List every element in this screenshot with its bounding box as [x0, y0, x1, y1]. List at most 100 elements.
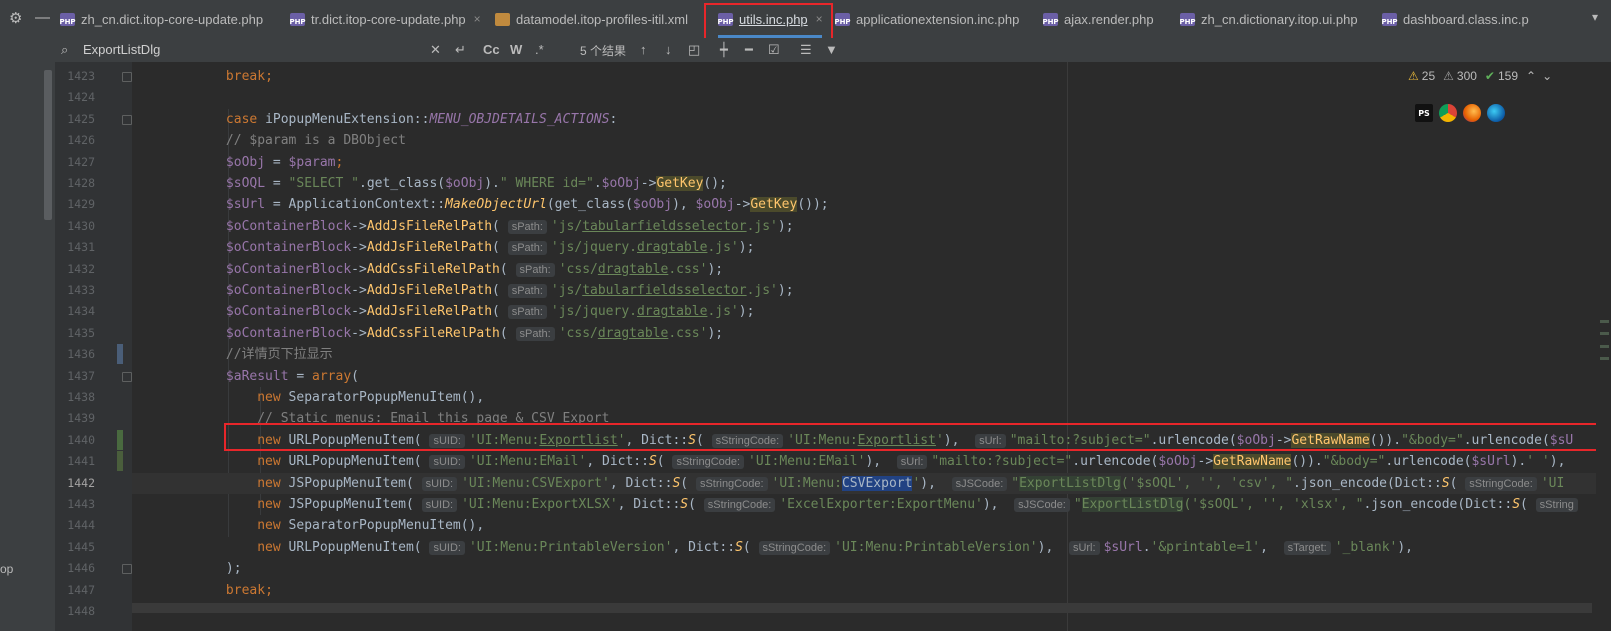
code-line[interactable]: new URLPopupMenuItem( sUID: 'UI:Menu:EMai…	[132, 451, 1565, 472]
line-number: 1424	[67, 90, 95, 105]
code-line[interactable]: $oContainerBlock->AddCssFileRelPath( sPa…	[132, 259, 723, 280]
project-panel-scrollbar[interactable]	[44, 70, 52, 220]
code-token: ),	[982, 497, 1015, 512]
vertical-scrollbar[interactable]	[1596, 62, 1611, 631]
code-token: MakeObjectUrl	[445, 197, 547, 213]
whole-words-button[interactable]: W	[510, 42, 522, 57]
parameter-hint: sUrl:	[896, 455, 928, 470]
toggle-select-icon[interactable]: ☑	[768, 42, 780, 58]
code-token: .js'	[746, 218, 778, 234]
code-line[interactable]: new SeparatorPopupMenuItem(),	[132, 515, 484, 536]
code-line[interactable]: break;	[132, 66, 273, 87]
code-line[interactable]: $oObj = $param;	[132, 152, 343, 173]
remove-occurrence-icon[interactable]: ━	[745, 42, 753, 58]
tab-dashboard-class-inc[interactable]: PHP dashboard.class.inc.p	[1382, 0, 1562, 38]
parameter-hint: sStringCode:	[695, 476, 768, 491]
code-token: , Dict::	[609, 475, 673, 491]
code-line[interactable]: // Static menus: Email this page & CSV E…	[132, 408, 609, 429]
filter-lines-icon[interactable]: ☰	[800, 42, 812, 58]
code-line[interactable]: $oContainerBlock->AddJsFileRelPath( sPat…	[132, 280, 794, 301]
code-token: ();	[703, 176, 727, 191]
code-token: ->	[351, 325, 367, 341]
code-line[interactable]: $sUrl = ApplicationContext::MakeObjectUr…	[132, 194, 829, 215]
clear-search-icon[interactable]: ✕	[430, 42, 441, 58]
chrome-icon[interactable]	[1439, 104, 1457, 122]
inspections-widget[interactable]: ⚠ 25 ⚠ 300 ✔ 159 ⌃ ⌄	[1408, 66, 1552, 86]
code-token: (	[656, 454, 673, 470]
code-token: ;	[265, 582, 273, 598]
code-editor[interactable]: break; case iPopupMenuExtension::MENU_OB…	[132, 62, 1611, 631]
phpstorm-icon[interactable]: PS	[1415, 104, 1433, 122]
filter-icon[interactable]: ▼	[825, 42, 838, 57]
tab-applicationextension-inc-php[interactable]: PHP applicationextension.inc.php	[835, 0, 1035, 38]
horizontal-scrollbar[interactable]	[132, 603, 1592, 613]
code-line[interactable]: //详情页下拉显示	[132, 344, 333, 365]
code-token: S	[688, 432, 696, 448]
code-line[interactable]: $sOQL = "SELECT ".get_class($oObj)." WHE…	[132, 173, 727, 194]
code-line[interactable]: case iPopupMenuExtension::MENU_OBJDETAIL…	[132, 109, 617, 130]
code-line[interactable]: new URLPopupMenuItem( sUID: 'UI:Menu:Prin…	[132, 537, 1413, 558]
fold-marker-icon[interactable]	[122, 72, 132, 82]
firefox-icon[interactable]	[1463, 104, 1481, 122]
code-line[interactable]: $oContainerBlock->AddJsFileRelPath( sPat…	[132, 301, 754, 322]
tab-zh-cn-dict-itop-core-update[interactable]: PHP zh_cn.dict.itop-core-update.php	[60, 0, 282, 38]
match-case-button[interactable]: Cc	[483, 42, 500, 57]
fold-marker-icon[interactable]	[122, 564, 132, 575]
parameter-hint: sUrl:	[975, 433, 1006, 448]
tab-datamodel-itop-profiles-itil[interactable]: datamodel.itop-profiles-itil.xml	[495, 0, 707, 38]
code-token: 'UI:Menu:PrintableVersion'	[834, 539, 1038, 555]
xml-file-icon	[495, 12, 510, 26]
line-number: 1438	[67, 390, 95, 404]
add-occurrence-icon[interactable]: ┿	[720, 42, 728, 58]
close-icon[interactable]: ×	[474, 12, 481, 26]
close-icon[interactable]: ×	[816, 12, 823, 26]
tab-zh-cn-dictionary-itop-ui[interactable]: PHP zh_cn.dictionary.itop.ui.php	[1180, 0, 1375, 38]
code-token: );	[707, 325, 724, 341]
code-token: (	[492, 240, 508, 256]
code-line[interactable]: new JSPopupMenuItem( sUID: 'UI:Menu:Expor…	[132, 494, 1582, 515]
line-number: 1425	[67, 111, 95, 126]
code-line[interactable]: $oContainerBlock->AddJsFileRelPath( sPat…	[132, 216, 794, 237]
code-line[interactable]: $aResult = array(	[132, 366, 359, 387]
ok-count: 159	[1497, 69, 1519, 83]
previous-occurrence-icon[interactable]: ↑	[640, 42, 647, 57]
line-number: 1426	[67, 133, 95, 148]
gear-icon[interactable]: ⚙	[9, 9, 22, 27]
tab-tr-dict-itop-core-update[interactable]: PHP tr.dict.itop-core-update.php ×	[290, 0, 490, 38]
php-file-icon: PHP	[717, 12, 734, 26]
next-occurrence-icon[interactable]: ↓	[665, 42, 672, 57]
code-line[interactable]: $oContainerBlock->AddJsFileRelPath( sPat…	[132, 237, 754, 258]
tab-overflow-icon[interactable]: ▾	[1592, 10, 1598, 24]
chevron-down-icon[interactable]: ⌄	[1542, 69, 1552, 83]
tab-ajax-render-php[interactable]: PHP ajax.render.php	[1043, 0, 1173, 38]
line-number: 1434	[67, 304, 95, 319]
code-line[interactable]: new JSPopupMenuItem( sUID: 'UI:Menu:CSVEx…	[132, 473, 1564, 494]
vcs-change-marker[interactable]	[117, 451, 123, 472]
search-input[interactable]	[83, 40, 423, 58]
regex-button[interactable]: .*	[535, 42, 544, 57]
new-line-icon[interactable]: ↵	[455, 42, 466, 58]
project-panel: op	[0, 38, 55, 631]
code-line[interactable]: break;	[132, 580, 273, 601]
code-line[interactable]: new URLPopupMenuItem( sUID: 'UI:Menu:Expo…	[132, 430, 1573, 451]
select-all-occurrences-icon[interactable]: ◰	[688, 42, 700, 58]
chevron-up-icon[interactable]: ⌃	[1526, 69, 1536, 83]
vcs-change-marker[interactable]	[117, 429, 123, 450]
vcs-change-marker[interactable]	[117, 344, 123, 365]
search-icon[interactable]: ⌕	[61, 42, 68, 58]
code-line[interactable]: new SeparatorPopupMenuItem(),	[132, 387, 484, 408]
code-line[interactable]: // $param is a DBObject	[132, 130, 406, 151]
fold-marker-icon[interactable]	[122, 371, 132, 382]
code-token: $oObj	[1236, 432, 1276, 448]
code-line[interactable]: );	[132, 558, 242, 579]
code-line[interactable]: $oContainerBlock->AddCssFileRelPath( sPa…	[132, 323, 723, 344]
code-token: 'UI:Menu:	[787, 432, 858, 448]
fold-marker-icon[interactable]	[122, 114, 132, 125]
edge-icon[interactable]	[1487, 104, 1505, 122]
collapse-icon[interactable]: —	[35, 9, 50, 26]
tab-utils-inc-php[interactable]: PHP utils.inc.php ×	[710, 0, 830, 38]
parameter-hint: sStringCode:	[672, 455, 745, 470]
parameter-hint: sUrl:	[1068, 540, 1100, 555]
code-token: (	[499, 325, 516, 341]
